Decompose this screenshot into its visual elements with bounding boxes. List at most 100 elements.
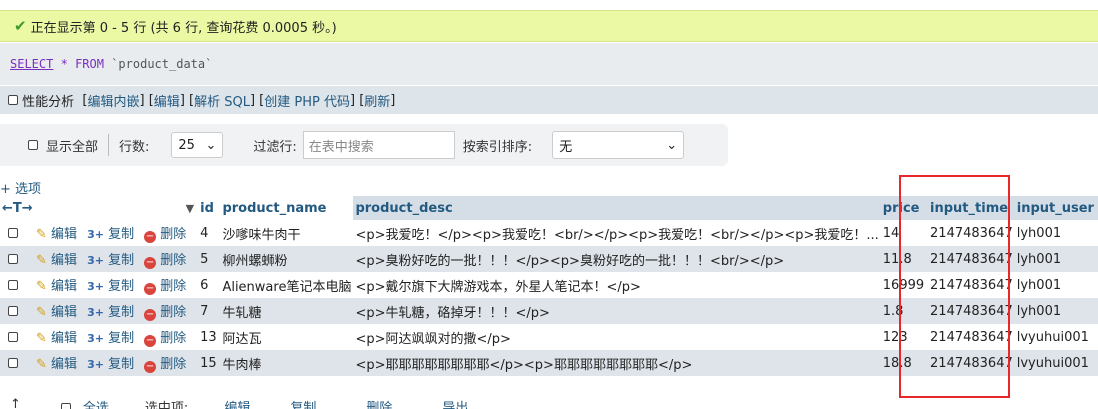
copy-label: 复制 xyxy=(108,357,135,372)
sql-select-keyword[interactable]: SELECT xyxy=(10,57,53,71)
edit-link[interactable]: 编辑 xyxy=(154,91,180,110)
delete-row-button[interactable]: − 删除 xyxy=(144,357,186,373)
show-all-checkbox[interactable] xyxy=(28,140,38,150)
cell-input-user[interactable]: lvyuhui001 xyxy=(1014,324,1098,350)
cell-product-desc[interactable]: <p>牛轧糖，硌掉牙！！！</p> xyxy=(353,298,881,324)
cell-product-desc[interactable]: <p>我爱吃！</p><p>我爱吃！<br/></p><p>我爱吃！<br/><… xyxy=(353,220,881,246)
cell-input-user[interactable]: lyh001 xyxy=(1014,220,1098,246)
rows-label: 行数: xyxy=(119,139,150,155)
copy-icon: 3+ xyxy=(87,254,104,267)
bottom-copy-button[interactable]: 复制 xyxy=(290,397,316,409)
sort-caret-icon[interactable]: ▼ xyxy=(186,202,194,215)
profiling-label: 性能分析 xyxy=(22,94,75,110)
create-php-code-link[interactable]: 创建 PHP 代码 xyxy=(264,91,350,110)
copy-icon: 3+ xyxy=(87,332,104,345)
edit-row-button[interactable]: ✎ 编辑 xyxy=(36,253,77,268)
sort-by-index-select[interactable]: 无 ⌄ xyxy=(552,131,685,159)
refresh-link[interactable]: 刷新 xyxy=(364,91,390,110)
delete-row-button[interactable]: − 删除 xyxy=(144,227,187,243)
select-all-checkbox[interactable] xyxy=(60,403,71,409)
bottom-delete-button[interactable]: 删除 xyxy=(366,397,392,409)
cell-product-name[interactable]: 阿达瓦 xyxy=(220,324,354,350)
row-checkbox[interactable] xyxy=(8,306,18,316)
cell-input-user[interactable]: lyh001 xyxy=(1014,246,1098,272)
navigation-bar: 显示全部 行数: 25 ⌄ 过滤行: 在表中搜索 按索引排序: 无 ⌄ xyxy=(0,124,728,166)
copy-row-button[interactable]: 3+ 复制 xyxy=(87,253,134,268)
divider xyxy=(108,134,110,156)
cell-product-name[interactable]: 柳州螺蛳粉 xyxy=(220,246,354,272)
pencil-icon: ✎ xyxy=(36,305,47,320)
filter-rows-input[interactable]: 在表中搜索 xyxy=(302,131,455,159)
sql-from-keyword: FROM xyxy=(75,57,104,71)
row-checkbox[interactable] xyxy=(8,358,18,368)
cell-product-desc[interactable]: <p>臭粉好吃的一批！！！</p><p>臭粉好吃的一批！！！<br/></p> xyxy=(353,246,881,272)
cell-product-desc[interactable]: <p>耶耶耶耶耶耶耶耶</p><p>耶耶耶耶耶耶耶耶</p> xyxy=(353,350,881,376)
delete-label: 删除 xyxy=(160,331,187,346)
highlight-annotation-box xyxy=(899,175,1010,398)
copy-icon: 3+ xyxy=(87,306,104,319)
checkmark-icon: ✔ xyxy=(14,17,27,35)
edit-row-button[interactable]: ✎ 编辑 xyxy=(36,305,77,320)
row-checkbox[interactable] xyxy=(8,228,18,238)
column-header-input-user[interactable]: input_user xyxy=(1014,196,1098,220)
row-checkbox[interactable] xyxy=(8,254,18,264)
copy-row-button[interactable]: 3+ 复制 xyxy=(87,331,134,346)
cell-id[interactable]: 15 xyxy=(198,350,221,376)
options-toggle[interactable]: + 选项 xyxy=(0,178,41,197)
delete-row-button[interactable]: − 删除 xyxy=(144,253,186,269)
copy-row-button[interactable]: 3+ 复制 xyxy=(87,279,134,294)
profiling-checkbox[interactable] xyxy=(8,95,18,105)
copy-icon: 3+ xyxy=(87,280,104,293)
select-all-label[interactable]: 全选 xyxy=(83,397,109,409)
edit-row-button[interactable]: ✎ 编辑 xyxy=(36,279,77,294)
query-tools-bar: 性能分析 [ 编辑内嵌 ] [ 编辑 ] [ 解析 SQL ] [ 创建 PHP… xyxy=(0,86,1098,114)
edit-label: 编辑 xyxy=(51,357,78,372)
rows-select-value: 25 xyxy=(178,137,195,153)
copy-row-button[interactable]: 3+ 复制 xyxy=(87,357,134,372)
explain-sql-link[interactable]: 解析 SQL xyxy=(194,91,250,110)
edit-label: 编辑 xyxy=(51,305,78,320)
cell-product-name[interactable]: 牛肉棒 xyxy=(220,350,354,376)
delete-icon: − xyxy=(144,309,157,321)
bottom-export-button[interactable]: 导出 xyxy=(442,397,468,409)
copy-label: 复制 xyxy=(108,227,135,242)
cell-id[interactable]: 6 xyxy=(198,272,221,298)
copy-label: 复制 xyxy=(108,279,135,294)
column-arrows-icon[interactable]: ←T→ xyxy=(2,201,33,216)
sort-by-index-label: 按索引排序: xyxy=(462,139,533,155)
rows-select[interactable]: 25 ⌄ xyxy=(171,132,224,158)
column-header-product-name[interactable]: product_name xyxy=(220,196,354,220)
header-actions: ←T→ ▼ xyxy=(0,196,199,220)
edit-inline-link[interactable]: 编辑内嵌 xyxy=(88,91,140,110)
cell-product-desc[interactable]: <p>戴尔旗下大牌游戏本，外星人笔记本！</p> xyxy=(353,272,881,298)
edit-row-button[interactable]: ✎ 编辑 xyxy=(36,331,77,346)
success-message-bar: ✔ 正在显示第 0 - 5 行 (共 6 行, 查询花费 0.0005 秒。) xyxy=(0,10,1098,42)
cell-id[interactable]: 7 xyxy=(198,298,221,324)
cell-id[interactable]: 4 xyxy=(198,220,221,246)
column-header-id[interactable]: id xyxy=(198,196,221,220)
edit-row-button[interactable]: ✎ 编辑 xyxy=(36,357,77,372)
cell-id[interactable]: 5 xyxy=(198,246,221,272)
copy-label: 复制 xyxy=(108,305,135,320)
copy-label: 复制 xyxy=(108,253,135,268)
bottom-edit-button[interactable]: 编辑 xyxy=(224,397,250,409)
cell-product-name[interactable]: Alienware笔记本电脑 xyxy=(220,272,354,298)
delete-row-button[interactable]: − 删除 xyxy=(144,279,186,295)
cell-input-user[interactable]: lvyuhui001 xyxy=(1014,350,1098,376)
column-header-product-desc[interactable]: product_desc xyxy=(353,196,881,220)
cell-id[interactable]: 13 xyxy=(198,324,221,350)
pencil-icon: ✎ xyxy=(36,227,47,242)
row-checkbox[interactable] xyxy=(8,280,18,290)
cell-input-user[interactable]: lyh001 xyxy=(1014,298,1098,324)
delete-row-button[interactable]: − 删除 xyxy=(144,305,186,321)
copy-row-button[interactable]: 3+ 复制 xyxy=(87,227,134,242)
cell-product-name[interactable]: 沙嗲味牛肉干 xyxy=(220,220,354,246)
row-checkbox[interactable] xyxy=(8,332,18,342)
cell-product-desc[interactable]: <p>阿达飒飒对的撒</p> xyxy=(353,324,881,350)
delete-row-button[interactable]: − 删除 xyxy=(144,331,187,347)
delete-label: 删除 xyxy=(160,227,187,242)
cell-input-user[interactable]: lyh001 xyxy=(1014,272,1098,298)
cell-product-name[interactable]: 牛轧糖 xyxy=(220,298,354,324)
edit-row-button[interactable]: ✎ 编辑 xyxy=(36,227,77,242)
copy-row-button[interactable]: 3+ 复制 xyxy=(87,305,134,320)
